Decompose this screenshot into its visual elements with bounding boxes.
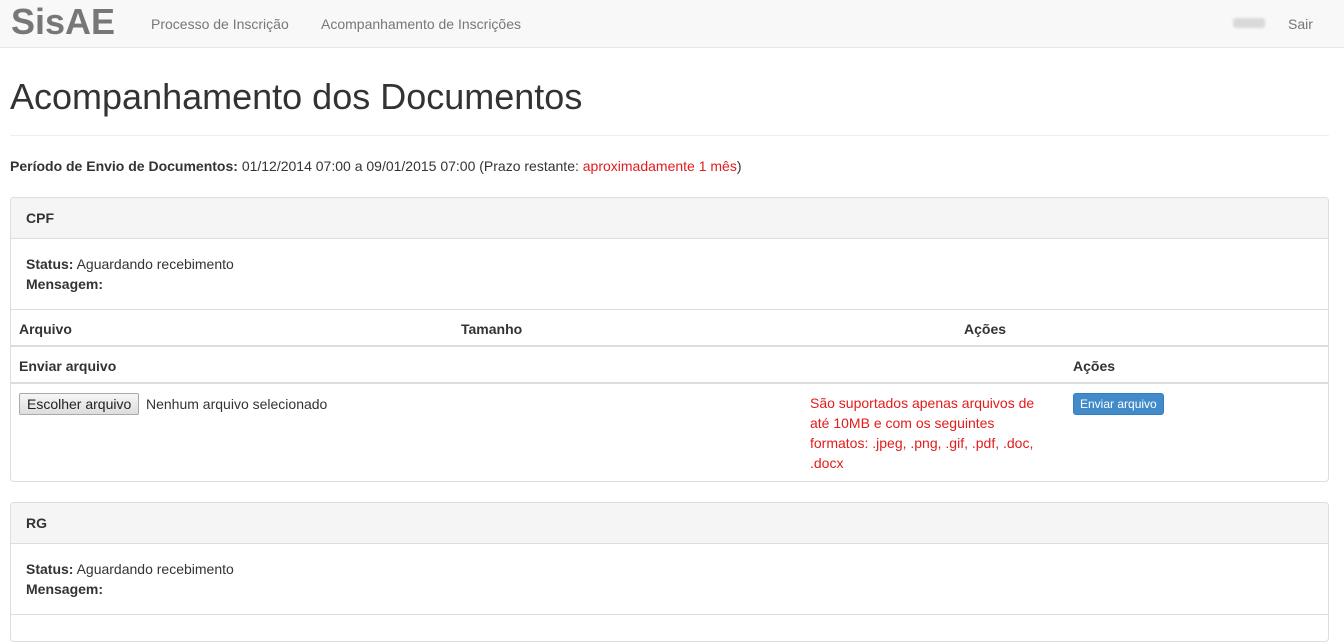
message-label: Mensagem: [26,276,104,292]
files-table-header: Arquivo Tamanho Ações [11,310,1328,347]
status-value: Aguardando recebimento [76,561,234,577]
document-panel-cpf: CPF Status: Aguardando recebimento Mensa… [10,197,1329,482]
column-header-size: Tamanho [461,321,523,337]
document-status-block: Status: Aguardando recebimento Mensagem: [11,239,1328,310]
choose-file-button[interactable]: Escolher arquivo [19,393,140,415]
submission-period: Período de Envio de Documentos: 01/12/20… [10,156,742,176]
logout-link[interactable]: Sair [1288,14,1313,34]
message-label: Mensagem: [26,581,104,597]
upload-table-header: Enviar arquivo Ações [11,347,1328,384]
deadline-suffix: ) [736,158,742,174]
document-status-block: Status: Aguardando recebimento Mensagem: [11,544,1328,615]
send-file-button[interactable]: Enviar arquivo [1073,393,1164,415]
column-header-actions: Ações [964,321,1007,337]
user-name-blurred [1233,18,1265,28]
column-header-file: Arquivo [19,321,72,337]
brand-logo[interactable]: SisAE [11,1,115,43]
divider [10,135,1329,136]
nav-link-processo-inscricao[interactable]: Processo de Inscrição [151,14,289,34]
column-header-upload-actions: Ações [1073,358,1116,374]
status-label: Status: [26,256,74,272]
document-panel-heading: RG [11,503,1328,544]
no-file-selected-text: Nenhum arquivo selecionado [146,396,328,412]
upload-row: Escolher arquivo Nenhum arquivo selecion… [11,384,1328,480]
status-value: Aguardando recebimento [76,256,234,272]
file-formats-note: São suportados apenas arquivos de até 10… [810,395,1035,471]
navbar: SisAE Processo de Inscrição Acompanhamen… [0,0,1344,48]
column-header-upload: Enviar arquivo [19,358,117,374]
document-panel-rg: RG Status: Aguardando recebimento Mensag… [10,502,1329,642]
status-label: Status: [26,561,74,577]
nav-link-acompanhamento-inscricoes[interactable]: Acompanhamento de Inscrições [321,14,521,34]
document-panel-heading: CPF [11,198,1328,239]
deadline-value: aproximadamente 1 mês [582,158,737,174]
deadline-prefix: (Prazo restante: [479,158,579,174]
period-label: Período de Envio de Documentos: [10,158,238,174]
period-range: 01/12/2014 07:00 a 09/01/2015 07:00 [241,158,476,174]
page-title: Acompanhamento dos Documentos [10,76,583,117]
